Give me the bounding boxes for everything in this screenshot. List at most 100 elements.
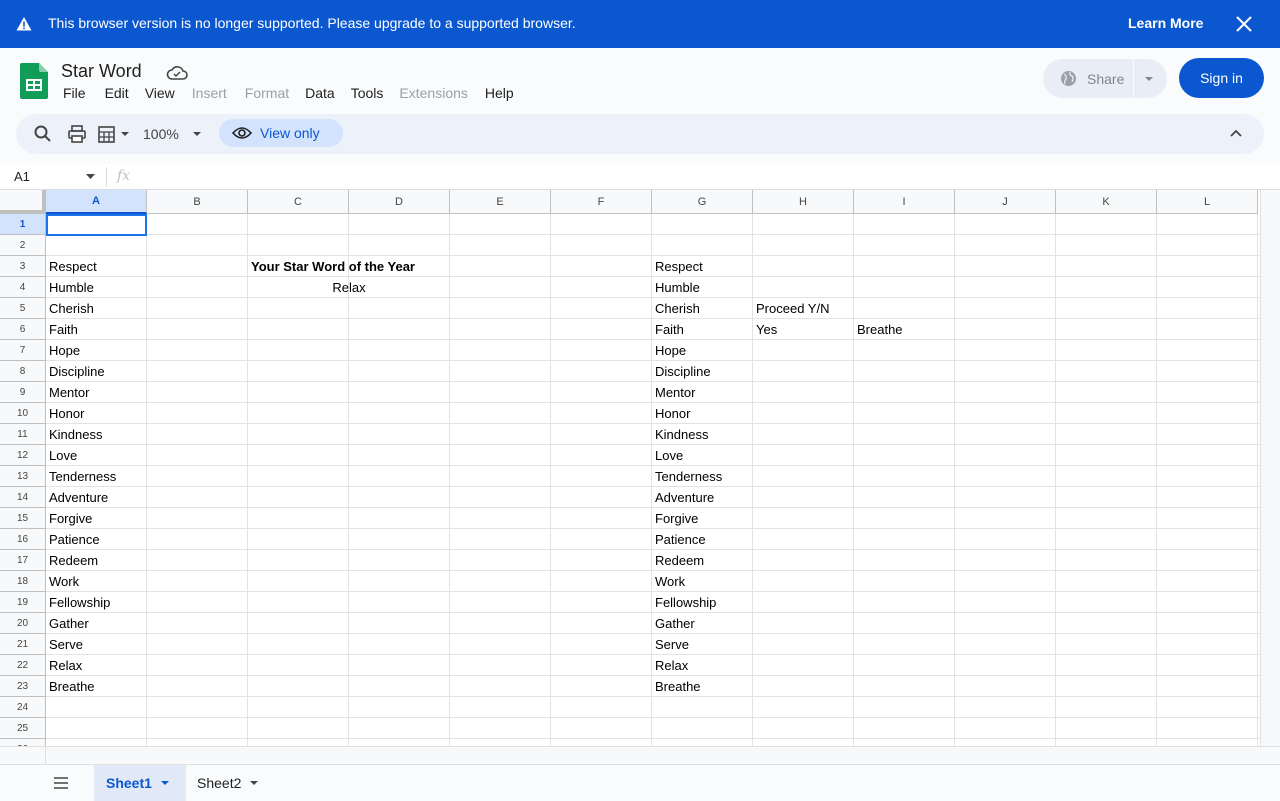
column-header-f[interactable]: F	[551, 190, 652, 214]
row-header-26[interactable]: 26	[0, 739, 46, 746]
vertical-scrollbar[interactable]	[1260, 190, 1280, 746]
chevron-down-icon[interactable]	[1144, 75, 1154, 83]
zoom-level[interactable]: 100%	[143, 126, 179, 142]
row-header-23[interactable]: 23	[0, 676, 46, 697]
column-header-c[interactable]: C	[248, 190, 349, 214]
menu-data[interactable]: Data	[305, 85, 335, 101]
row-header-6[interactable]: 6	[0, 319, 46, 340]
cell-g8[interactable]: Discipline	[652, 361, 753, 382]
row-header-7[interactable]: 7	[0, 340, 46, 361]
row-header-13[interactable]: 13	[0, 466, 46, 487]
menu-file[interactable]: File	[63, 85, 86, 101]
paint-format-icon[interactable]	[97, 124, 117, 144]
cell-g23[interactable]: Breathe	[652, 676, 753, 697]
cloud-saved-icon[interactable]	[166, 64, 188, 82]
cell-a20[interactable]: Gather	[46, 613, 147, 634]
cell-a14[interactable]: Adventure	[46, 487, 147, 508]
print-icon[interactable]	[67, 124, 87, 144]
cell-a23[interactable]: Breathe	[46, 676, 147, 697]
column-header-i[interactable]: I	[854, 190, 955, 214]
search-icon[interactable]	[33, 124, 53, 144]
cell-g11[interactable]: Kindness	[652, 424, 753, 445]
row-header-14[interactable]: 14	[0, 487, 46, 508]
close-icon[interactable]	[1234, 14, 1254, 34]
row-header-25[interactable]: 25	[0, 718, 46, 739]
row-header-15[interactable]: 15	[0, 508, 46, 529]
learn-more-link[interactable]: Learn More	[1128, 15, 1203, 31]
share-button[interactable]: Share	[1043, 59, 1167, 98]
cell-c3[interactable]: Your Star Word of the Year	[248, 256, 450, 277]
cell-g9[interactable]: Mentor	[652, 382, 753, 403]
column-header-l[interactable]: L	[1157, 190, 1258, 214]
column-header-d[interactable]: D	[349, 190, 450, 214]
chevron-down-icon[interactable]	[249, 779, 259, 787]
menu-extensions[interactable]: Extensions	[399, 85, 467, 101]
cell-g21[interactable]: Serve	[652, 634, 753, 655]
cell-g12[interactable]: Love	[652, 445, 753, 466]
view-only-button[interactable]: View only	[219, 119, 343, 147]
row-header-22[interactable]: 22	[0, 655, 46, 676]
cell-g22[interactable]: Relax	[652, 655, 753, 676]
row-header-4[interactable]: 4	[0, 277, 46, 298]
row-header-3[interactable]: 3	[0, 256, 46, 277]
horizontal-scrollbar[interactable]	[46, 746, 1280, 764]
row-header-8[interactable]: 8	[0, 361, 46, 382]
cell-a22[interactable]: Relax	[46, 655, 147, 676]
cell-a8[interactable]: Discipline	[46, 361, 147, 382]
cell-g19[interactable]: Fellowship	[652, 592, 753, 613]
cell-a4[interactable]: Humble	[46, 277, 147, 298]
column-header-a[interactable]: A	[46, 190, 147, 214]
row-header-17[interactable]: 17	[0, 550, 46, 571]
row-header-18[interactable]: 18	[0, 571, 46, 592]
row-header-19[interactable]: 19	[0, 592, 46, 613]
cell-g20[interactable]: Gather	[652, 613, 753, 634]
row-header-10[interactable]: 10	[0, 403, 46, 424]
cell-a15[interactable]: Forgive	[46, 508, 147, 529]
cell-a7[interactable]: Hope	[46, 340, 147, 361]
menu-insert[interactable]: Insert	[192, 85, 227, 101]
column-header-k[interactable]: K	[1056, 190, 1157, 214]
chevron-down-icon[interactable]	[120, 124, 130, 144]
cell-a12[interactable]: Love	[46, 445, 147, 466]
name-box[interactable]: A1	[14, 169, 30, 184]
column-header-b[interactable]: B	[147, 190, 248, 214]
row-header-2[interactable]: 2	[0, 235, 46, 256]
row-header-5[interactable]: 5	[0, 298, 46, 319]
column-header-g[interactable]: G	[652, 190, 753, 214]
cell-g10[interactable]: Honor	[652, 403, 753, 424]
cell-g14[interactable]: Adventure	[652, 487, 753, 508]
row-header-24[interactable]: 24	[0, 697, 46, 718]
cell-a19[interactable]: Fellowship	[46, 592, 147, 613]
cell-a16[interactable]: Patience	[46, 529, 147, 550]
menu-tools[interactable]: Tools	[351, 85, 384, 101]
cell-a21[interactable]: Serve	[46, 634, 147, 655]
spreadsheet-grid[interactable]: A B C D E F G H I J K L 1 2 3 4 5 6 7 8 9 10 11 12 13 14 15 16 17 18 1…	[0, 190, 1260, 746]
sign-in-button[interactable]: Sign in	[1179, 58, 1264, 98]
row-header-1[interactable]: 1	[0, 214, 46, 235]
cell-a9[interactable]: Mentor	[46, 382, 147, 403]
cell-g4[interactable]: Humble	[652, 277, 753, 298]
cell-a3[interactable]: Respect	[46, 256, 147, 277]
cell-a18[interactable]: Work	[46, 571, 147, 592]
sheet-tab-sheet1[interactable]: Sheet1	[94, 765, 186, 801]
cell-c4[interactable]: Relax	[248, 277, 450, 298]
cell-a5[interactable]: Cherish	[46, 298, 147, 319]
cell-g3[interactable]: Respect	[652, 256, 753, 277]
menu-help[interactable]: Help	[485, 85, 514, 101]
cell-g13[interactable]: Tenderness	[652, 466, 753, 487]
sheets-logo-icon[interactable]	[20, 63, 48, 99]
cell-h6[interactable]: Yes	[753, 319, 854, 340]
cell-a11[interactable]: Kindness	[46, 424, 147, 445]
cell-g17[interactable]: Redeem	[652, 550, 753, 571]
cell-a10[interactable]: Honor	[46, 403, 147, 424]
sheet-tab-sheet2[interactable]: Sheet2	[186, 765, 276, 801]
cell-h5[interactable]: Proceed Y/N	[753, 298, 854, 319]
chevron-up-icon[interactable]	[1228, 127, 1244, 139]
cell-g16[interactable]: Patience	[652, 529, 753, 550]
column-header-h[interactable]: H	[753, 190, 854, 214]
row-header-11[interactable]: 11	[0, 424, 46, 445]
cell-a6[interactable]: Faith	[46, 319, 147, 340]
select-all-corner[interactable]	[0, 190, 46, 214]
chevron-down-icon[interactable]	[160, 779, 170, 787]
row-header-9[interactable]: 9	[0, 382, 46, 403]
